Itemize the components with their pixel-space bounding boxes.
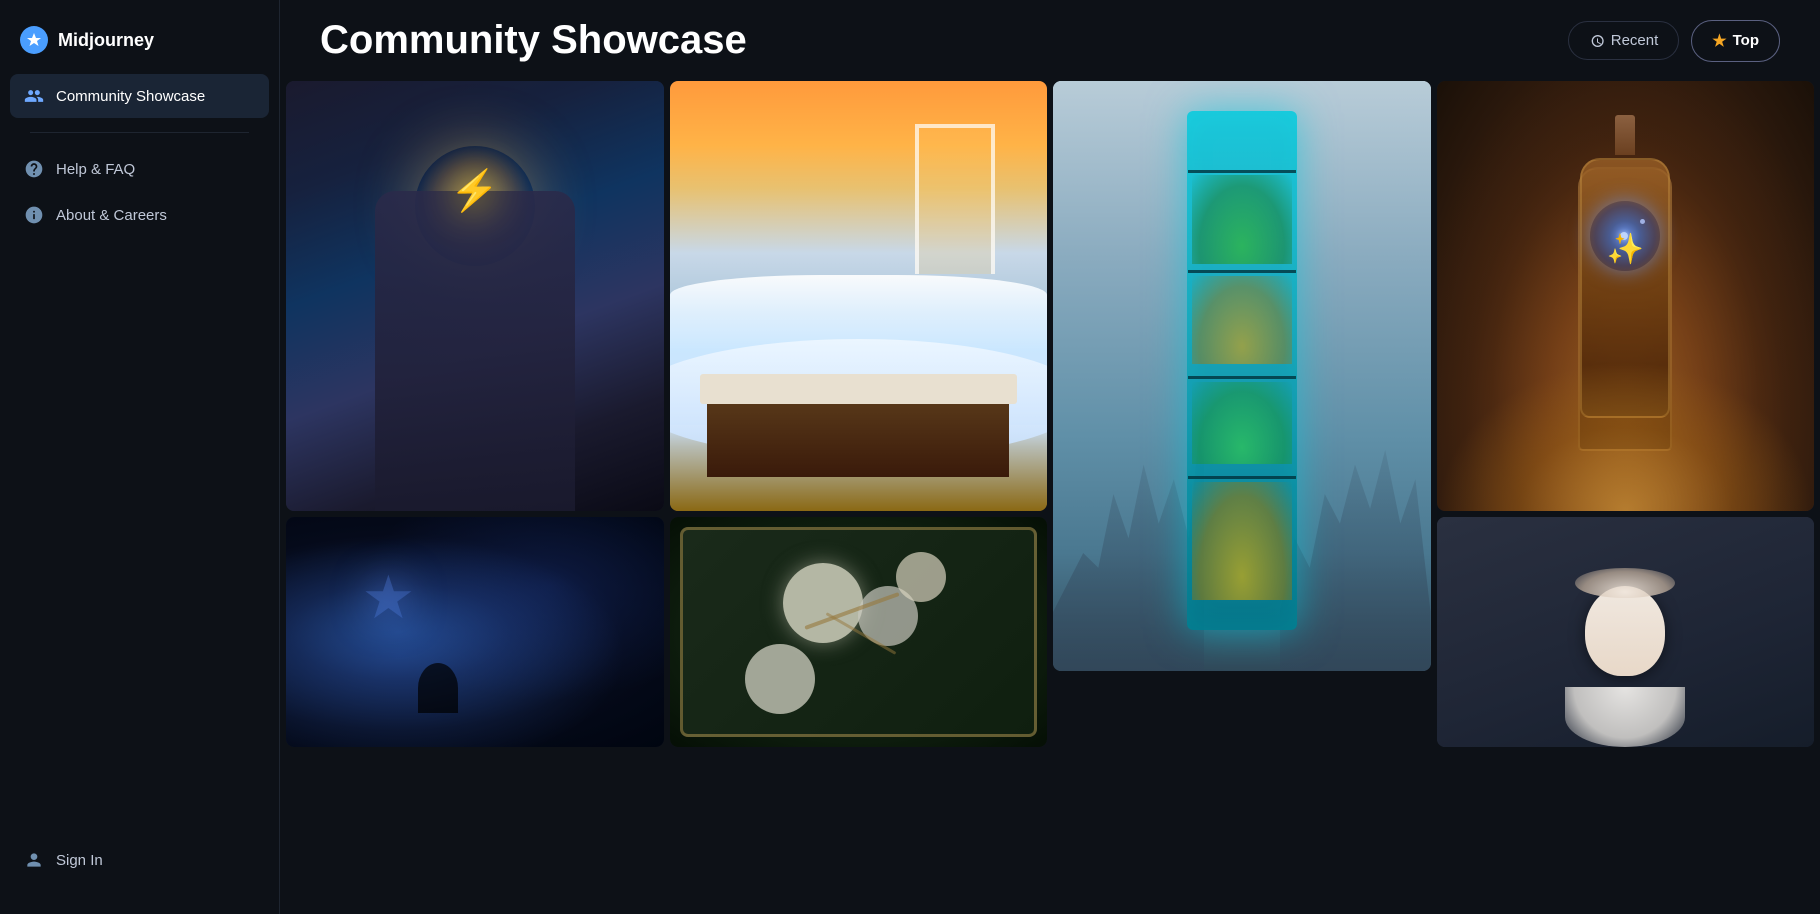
- recent-button-label: Recent: [1611, 32, 1659, 49]
- sidebar-divider: [30, 132, 249, 133]
- sidebar-nav: Community Showcase Help & FAQ About & Ca…: [0, 74, 279, 237]
- sidebar-item-label-help: Help & FAQ: [56, 161, 135, 178]
- app-logo[interactable]: Midjourney: [0, 16, 279, 74]
- sidebar-item-community-showcase[interactable]: Community Showcase: [10, 74, 269, 118]
- gallery-col-1: [286, 81, 664, 747]
- star-icon: ★: [1712, 31, 1726, 51]
- app-name: Midjourney: [58, 30, 154, 51]
- header-actions: Recent ★ Top: [1568, 20, 1780, 62]
- community-icon: [24, 86, 44, 106]
- sidebar: Midjourney Community Showcase Help & FAQ: [0, 0, 280, 914]
- gallery-col-4: [1437, 81, 1815, 747]
- page-title: Community Showcase: [320, 18, 747, 63]
- main-header: Community Showcase Recent ★ Top: [280, 0, 1820, 81]
- sidebar-item-about-careers[interactable]: About & Careers: [10, 193, 269, 237]
- logo-icon: [20, 26, 48, 54]
- gallery-item-zeus[interactable]: [286, 81, 664, 511]
- sidebar-item-help-faq[interactable]: Help & FAQ: [10, 147, 269, 191]
- help-icon: [24, 159, 44, 179]
- sidebar-sign-in-label: Sign In: [56, 852, 103, 869]
- gallery-col-3: [1053, 81, 1431, 747]
- main-content: Community Showcase Recent ★ Top: [280, 0, 1820, 914]
- gallery-item-bedroom[interactable]: [670, 81, 1048, 511]
- gallery-item-portrait[interactable]: [1437, 517, 1815, 747]
- sidebar-bottom: Sign In: [0, 838, 279, 898]
- gallery-item-space-rider[interactable]: [286, 517, 664, 747]
- sidebar-item-label-community: Community Showcase: [56, 88, 205, 105]
- gallery-grid: [280, 81, 1820, 747]
- user-icon: [24, 850, 44, 870]
- sidebar-item-sign-in[interactable]: Sign In: [10, 838, 269, 882]
- top-button[interactable]: ★ Top: [1691, 20, 1780, 62]
- top-button-label: Top: [1733, 32, 1759, 49]
- gallery-item-bottle[interactable]: [1437, 81, 1815, 511]
- gallery-scroll[interactable]: [280, 81, 1820, 914]
- gallery-item-map[interactable]: [670, 517, 1048, 747]
- recent-button[interactable]: Recent: [1568, 21, 1680, 60]
- gallery-item-tower[interactable]: [1053, 81, 1431, 671]
- info-icon: [24, 205, 44, 225]
- gallery-col-2: [670, 81, 1048, 747]
- sidebar-item-label-about: About & Careers: [56, 207, 167, 224]
